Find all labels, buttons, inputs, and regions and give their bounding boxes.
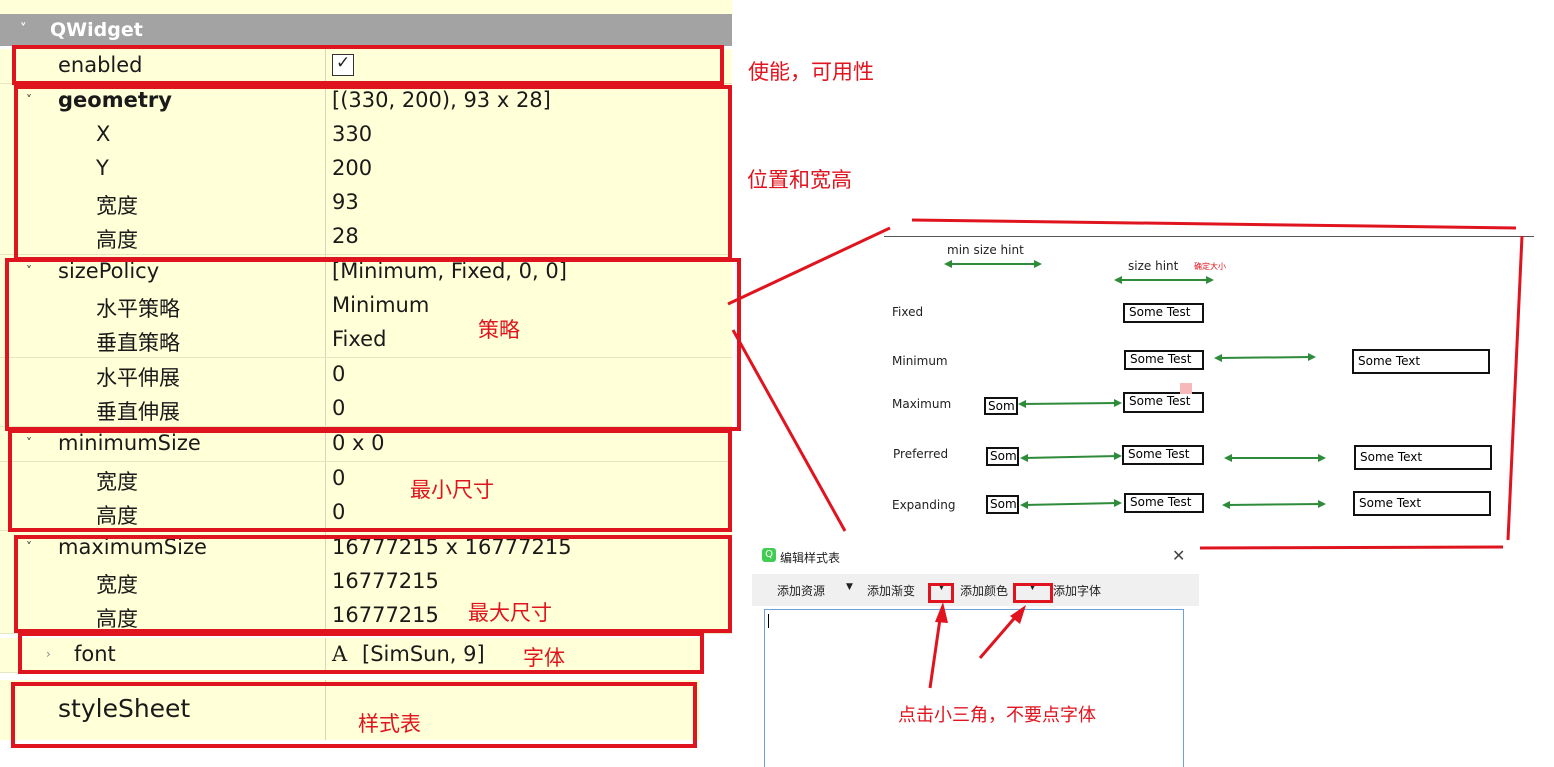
arrow-minimum: [1217, 356, 1313, 359]
red-arrow: [978, 613, 1020, 659]
connector-line: [731, 329, 847, 532]
diagram-frame: [911, 218, 1524, 550]
annotation-lines: [727, 218, 1524, 689]
arrow-expanding-right: [1225, 503, 1323, 506]
arrow-expanding-left: [1023, 502, 1119, 506]
red-arrow: [928, 611, 943, 689]
arrow-preferred-left: [1023, 455, 1119, 459]
arrow-maximum: [1021, 402, 1119, 405]
connector-line: [727, 226, 891, 306]
